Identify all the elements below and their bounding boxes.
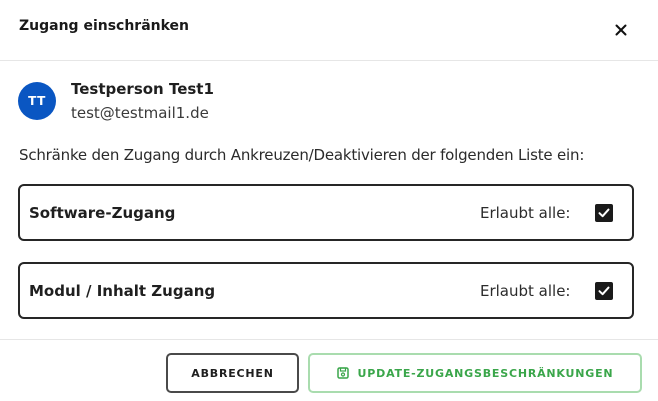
cancel-button[interactable]: ABBRECHEN [166, 353, 299, 393]
avatar: TT [18, 82, 56, 120]
update-button-label: UPDATE-ZUGANGSBESCHRÄNKUNGEN [357, 366, 614, 380]
save-icon [336, 367, 349, 379]
restrict-access-dialog: Zugang einschränken TT Testperson Test1 … [0, 0, 658, 400]
close-button[interactable] [608, 17, 634, 43]
allow-all-label: Erlaubt alle: [480, 204, 571, 222]
permission-label: Software-Zugang [29, 204, 176, 222]
permission-label: Modul / Inhalt Zugang [29, 282, 216, 300]
checkmark-icon [598, 286, 610, 296]
allow-all-label: Erlaubt alle: [480, 282, 571, 300]
allow-all-checkbox-module[interactable] [595, 282, 613, 300]
dialog-header: Zugang einschränken [0, 0, 658, 61]
instruction-text: Schränke den Zugang durch Ankreuzen/Deak… [19, 146, 585, 164]
permission-row-software: Software-Zugang Erlaubt alle: [18, 184, 634, 241]
checkmark-icon [598, 208, 610, 218]
allow-all-checkbox-software[interactable] [595, 204, 613, 222]
close-icon [615, 21, 627, 40]
user-email: test@testmail1.de [71, 104, 209, 122]
permission-row-module: Modul / Inhalt Zugang Erlaubt alle: [18, 262, 634, 319]
user-name: Testperson Test1 [71, 80, 214, 98]
dialog-footer: ABBRECHEN UPDATE-ZUGANGSBESCHRÄNKUNGEN [0, 339, 658, 401]
update-restrictions-button[interactable]: UPDATE-ZUGANGSBESCHRÄNKUNGEN [308, 353, 642, 393]
dialog-title: Zugang einschränken [19, 18, 190, 34]
